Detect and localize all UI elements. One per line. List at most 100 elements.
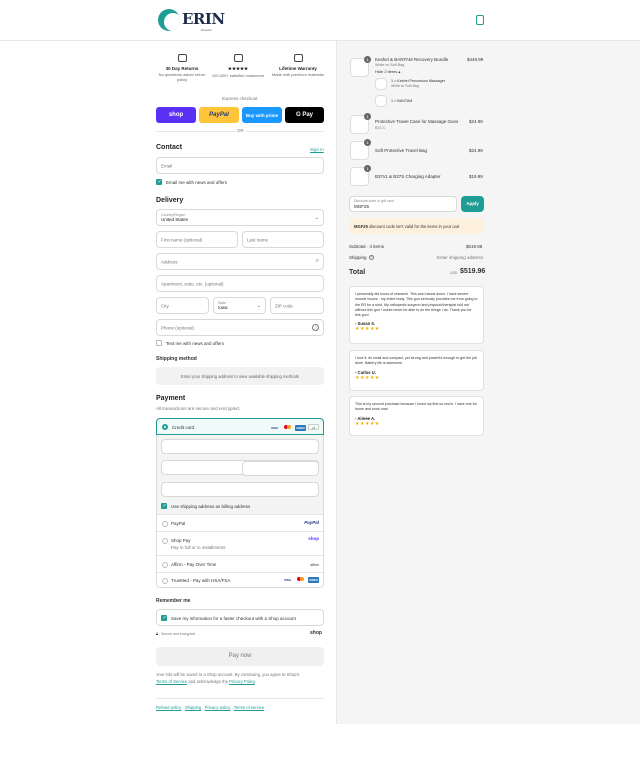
more-cards-badge: +5	[308, 424, 319, 430]
city-field[interactable]: City	[156, 297, 209, 314]
star-rating: ★★★★★	[355, 420, 380, 427]
sign-in-link[interactable]: Sign in	[310, 147, 324, 152]
credit-card-radio[interactable]	[162, 424, 168, 430]
phone-placeholder: Phone (optional)	[161, 325, 195, 330]
review-card: This is my second purchase because I lov…	[349, 396, 484, 436]
country-select[interactable]: Country/Region United States ⌄	[156, 209, 324, 226]
paypal-option[interactable]: PayPal PayPal	[157, 514, 323, 531]
crown-icon	[233, 54, 243, 62]
visa-icon: VISA	[283, 578, 291, 582]
email-placeholder: Email	[161, 163, 173, 168]
affirm-logo: affirm	[310, 563, 319, 567]
trust-subtitle: 100,000+ satisfied customers	[211, 73, 265, 78]
amazon-pay-button[interactable]: Buy with prime	[242, 107, 282, 123]
pay-now-button[interactable]: Pay now	[156, 647, 324, 666]
item-name: Protective Travel Case for Massage Guns	[375, 119, 459, 124]
country-value: United States	[161, 217, 189, 222]
amex-icon: AMEX	[295, 425, 306, 431]
trust-title: 30 Day Returns	[165, 66, 199, 71]
shop-logo: shop	[310, 630, 322, 636]
shipping-value: Enter shipping address	[437, 255, 484, 260]
review-card: I personally did hours of research. This…	[349, 286, 484, 344]
shop-pay-button[interactable]: shop	[156, 107, 196, 123]
shop-pay-label: Shop Pay	[171, 538, 191, 543]
brand-logo[interactable]: ERIN Kinetic	[158, 9, 226, 33]
lock-icon: 🔒︎	[156, 631, 159, 636]
truemed-radio[interactable]	[162, 578, 168, 584]
card-number-field[interactable]	[161, 439, 319, 454]
currency-label: USD	[450, 271, 458, 275]
terms-link[interactable]: Terms of Service	[156, 679, 187, 684]
first-name-placeholder: First name (optional)	[161, 237, 203, 242]
mastercard-icon	[295, 577, 306, 583]
delivery-heading: Delivery	[156, 197, 184, 204]
affirm-option[interactable]: Affirm - Pay Over Time affirm	[157, 555, 323, 572]
review-quote: I love it, its small and compact, yet st…	[355, 356, 478, 366]
legal-text: Your info will be saved to a Shop accoun…	[156, 672, 300, 677]
info-icon[interactable]: ?	[369, 255, 374, 260]
shipping-method-heading: Shipping method	[156, 356, 197, 362]
terms-of-service-link[interactable]: Terms of service	[234, 705, 264, 710]
visa-icon: VISA	[270, 426, 278, 430]
remember-me-box: Save my information for a faster checkou…	[156, 609, 324, 626]
trust-title: Lifetime Warranty	[279, 66, 317, 71]
item-name: Keshel & BANTAM Recovery Bundle	[375, 57, 449, 62]
card-extra-field[interactable]	[161, 482, 319, 497]
quantity-badge: 1	[364, 139, 371, 146]
phone-field[interactable]: Phone (optional) ?	[156, 319, 324, 336]
review-quote: I personally did hours of research. This…	[355, 292, 478, 318]
last-name-field[interactable]: Last name	[242, 231, 324, 248]
billing-same-checkbox[interactable]	[161, 503, 167, 509]
privacy-link[interactable]: Privacy Policy	[229, 679, 255, 684]
sub-product-image	[375, 78, 387, 90]
help-icon[interactable]: ?	[312, 324, 319, 331]
credit-card-label: Credit card	[172, 425, 195, 430]
logo-text: ERIN	[182, 10, 225, 28]
text-news-checkbox[interactable]	[156, 340, 162, 346]
apply-button[interactable]: Apply	[461, 196, 484, 212]
privacy-policy-link[interactable]: Privacy policy	[205, 705, 231, 710]
address-field[interactable]: Address ⌕	[156, 253, 324, 270]
google-pay-button[interactable]: G Pay	[285, 107, 324, 123]
product-image: 1	[350, 113, 371, 134]
quantity-badge: 1	[364, 113, 371, 120]
shop-pay-radio[interactable]	[162, 538, 168, 544]
card-name-field[interactable]	[242, 461, 319, 476]
quantity-badge: 1	[364, 56, 371, 63]
subtotal-label: Subtotal · 4 items	[349, 244, 385, 249]
truemed-option[interactable]: TrueMed - Pay with HSA/FSA VISA AMEX	[157, 572, 323, 588]
review-card: I love it, its small and compact, yet st…	[349, 350, 484, 391]
save-info-checkbox[interactable]	[161, 615, 167, 621]
paypal-label: PayPal	[171, 521, 186, 526]
email-news-label: Email me with news and offers	[166, 180, 227, 185]
shopping-bag-icon[interactable]	[476, 15, 484, 25]
paypal-button[interactable]: PayPal	[199, 107, 239, 123]
wave-logo-icon	[158, 9, 180, 31]
search-icon: ⌕	[315, 258, 319, 264]
shop-pay-option[interactable]: Shop Pay Pay in full or in installments …	[157, 531, 323, 555]
apartment-field[interactable]: Apartment, suite, etc. (optional)	[156, 275, 324, 292]
shipping-policy-link[interactable]: Shipping	[185, 705, 201, 710]
email-news-checkbox[interactable]	[156, 179, 162, 185]
zip-field[interactable]: ZIP code	[270, 297, 324, 314]
legal-line: Your info will be saved to a Shop accoun…	[156, 672, 299, 677]
item-name: Soft Protective Travel Bag	[375, 148, 428, 153]
state-select[interactable]: State Iowa ⌄	[213, 297, 266, 314]
hide-items-toggle[interactable]: Hide 2 items ▴	[375, 69, 400, 74]
secure-label: Secure and encrypted	[161, 632, 196, 636]
refund-policy-link[interactable]: Refund policy	[156, 705, 181, 710]
site-header: ERIN Kinetic	[0, 0, 640, 41]
truemed-label: TrueMed - Pay with HSA/FSA	[171, 578, 231, 583]
credit-card-option[interactable]: Credit card VISA AMEX +5	[156, 418, 324, 435]
email-field[interactable]: Email	[156, 157, 324, 174]
sub-item-variant: White w/ Soft Bag	[391, 84, 419, 88]
paypal-radio[interactable]	[162, 521, 168, 527]
discount-code-field[interactable]: Discount code or gift card MGF25	[349, 196, 457, 212]
legal-and: and acknowledge the	[188, 679, 228, 684]
first-name-field[interactable]: First name (optional)	[156, 231, 238, 248]
quantity-badge: 1	[364, 165, 371, 172]
affirm-radio[interactable]	[162, 562, 168, 568]
item-price: $24.99	[469, 148, 483, 153]
subtotal-value: $519.96	[466, 244, 483, 249]
zip-placeholder: ZIP code	[275, 303, 293, 308]
